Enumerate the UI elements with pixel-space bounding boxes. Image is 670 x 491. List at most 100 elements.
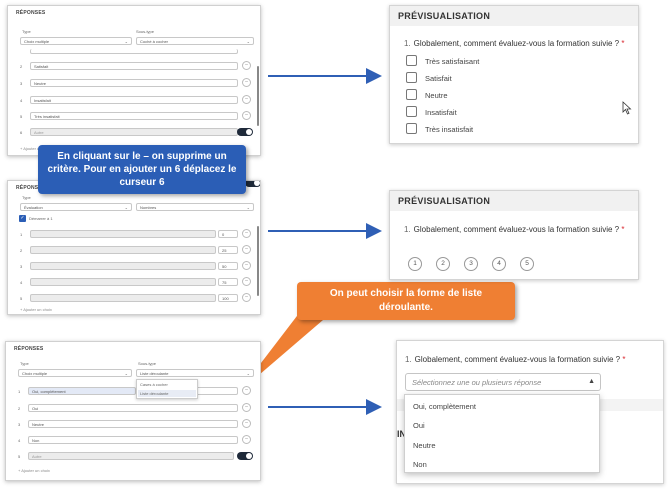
scrollbar[interactable] (257, 66, 259, 126)
subtype-menu: Cases à cocher Liste déroulante (136, 379, 198, 399)
remove-button[interactable]: – (242, 61, 251, 70)
scale-label-field[interactable] (30, 246, 216, 254)
choice-field[interactable]: Satisfait (30, 62, 238, 70)
choice-field[interactable]: Oui, complètement (28, 387, 136, 395)
chevron-down-icon: ⌄ (124, 205, 128, 210)
subtype-select[interactable]: Coché à cocher ⌄ (136, 37, 254, 45)
dropdown-option[interactable]: Neutre (413, 441, 436, 450)
caret-up-icon: ▲ (588, 378, 595, 385)
row-field-cut (30, 49, 238, 54)
option-checkbox[interactable] (406, 72, 417, 83)
remove-button[interactable]: – (242, 277, 251, 286)
type-select[interactable]: Choix multiple ⌄ (18, 369, 132, 377)
option-label: Insatisfait (425, 108, 457, 117)
scale-value-field[interactable]: 75 (218, 278, 238, 286)
preview-title: PRÉVISUALISATION (390, 6, 638, 26)
scale-value-field[interactable]: 100 (218, 294, 238, 302)
scale-option-4[interactable]: 4 (492, 257, 506, 271)
mouse-cursor-icon (622, 101, 632, 115)
row-num: 3 (18, 422, 21, 427)
choice-field-rest (196, 387, 238, 395)
subtype-label: Sous-type (136, 29, 155, 34)
chevron-down-icon: ⌄ (246, 205, 250, 210)
scale-label-field[interactable] (30, 294, 216, 302)
remove-button[interactable]: – (242, 419, 251, 428)
subtype-select[interactable]: Nombres ⌄ (136, 203, 254, 211)
scale-option-1[interactable]: 1 (408, 257, 422, 271)
type-label: Type (22, 195, 31, 200)
type-select[interactable]: Choix multiple ⌄ (20, 37, 132, 45)
other-field[interactable]: Autre (30, 128, 238, 136)
option-checkbox[interactable] (406, 106, 417, 117)
callout-delete-criterion: En cliquant sur le – on supprime un crit… (38, 145, 246, 194)
row-num: 2 (18, 406, 21, 411)
choice-field[interactable]: Oui (28, 404, 238, 412)
scale-label-field[interactable] (30, 230, 216, 238)
add-choice-link[interactable]: + Ajouter un choix (20, 307, 52, 312)
scale-label-field[interactable] (30, 278, 216, 286)
other-toggle[interactable] (237, 128, 253, 136)
remove-button[interactable]: – (242, 245, 251, 254)
choice-field[interactable]: Très insatisfait (30, 112, 238, 120)
remove-button[interactable]: – (242, 78, 251, 87)
scale-value-field[interactable]: 0 (218, 230, 238, 238)
remove-button[interactable]: – (242, 111, 251, 120)
menu-item-dropdown[interactable]: Liste déroulante (138, 390, 196, 397)
callout-dropdown-choice: On peut choisir la forme de liste déroul… (297, 282, 515, 320)
option-checkbox[interactable] (406, 123, 417, 134)
remove-button[interactable]: – (242, 261, 251, 270)
start-at-one-checkbox[interactable]: ✓ (19, 215, 26, 222)
choice-field[interactable]: Neutre (28, 420, 238, 428)
remove-button[interactable]: – (242, 229, 251, 238)
choice-field[interactable]: Insatisfait (30, 96, 238, 104)
scale-value-field[interactable]: 50 (218, 262, 238, 270)
answer-dropdown[interactable]: Sélectionnez une ou plusieurs réponse ▲ (405, 373, 601, 391)
remove-button[interactable]: – (242, 95, 251, 104)
dropdown-option[interactable]: Non (413, 460, 427, 469)
responses-panel-3: RÉPONSES Type Sous-type Choix multiple ⌄ … (5, 341, 261, 481)
required-marker: * (621, 225, 625, 234)
subtype-select[interactable]: Liste déroulante ⌄ (136, 369, 254, 377)
choice-field[interactable]: Non (28, 436, 238, 444)
dropdown-option[interactable]: Oui, complètement (413, 402, 476, 411)
scale-value-field[interactable]: 25 (218, 246, 238, 254)
dropdown-menu: Oui, complètement Oui Neutre Non (404, 394, 600, 473)
preview-panel-2: PRÉVISUALISATION 1. Globalement, comment … (389, 190, 639, 280)
row-num: 1 (20, 232, 23, 237)
required-marker: * (621, 39, 625, 48)
row-num: 6 (20, 130, 23, 135)
scale-option-3[interactable]: 3 (464, 257, 478, 271)
question-text: 1. Globalement, comment évaluez-vous la f… (404, 39, 625, 48)
option-label: Très insatisfait (425, 125, 474, 134)
menu-item-checkboxes[interactable]: Cases à cocher (140, 382, 168, 387)
dropdown-option[interactable]: Oui (413, 421, 425, 430)
remove-button[interactable]: – (242, 435, 251, 444)
chevron-down-icon: ⌄ (246, 371, 250, 376)
responses-panel-2: RÉPONSES Type Évaluation ⌄ Nombres ⌄ ✓ Dém… (7, 180, 261, 315)
question-text: 1. Globalement, comment évaluez-vous la f… (405, 355, 626, 364)
header-toggle[interactable] (245, 181, 260, 187)
option-checkbox[interactable] (406, 89, 417, 100)
row-num: 5 (20, 114, 23, 119)
remove-button[interactable]: – (242, 403, 251, 412)
scale-option-2[interactable]: 2 (436, 257, 450, 271)
preview-title: PRÉVISUALISATION (390, 191, 638, 211)
panel-title: RÉPONSES (14, 346, 44, 352)
row-num: 2 (20, 64, 23, 69)
row-num: 1 (18, 389, 21, 394)
row-num: 4 (20, 98, 23, 103)
row-num: 3 (20, 264, 23, 269)
scale-label-field[interactable] (30, 262, 216, 270)
remove-button[interactable]: – (242, 386, 251, 395)
row-num: 5 (20, 296, 23, 301)
add-choice-link[interactable]: + Ajouter un choix (18, 468, 50, 473)
choice-field[interactable]: Neutre (30, 79, 238, 87)
remove-button[interactable]: – (242, 293, 251, 302)
type-select[interactable]: Évaluation ⌄ (20, 203, 132, 211)
other-field[interactable]: Autre (28, 452, 234, 460)
other-toggle[interactable] (237, 452, 253, 460)
preview-panel-1: PRÉVISUALISATION 1. Globalement, comment … (389, 5, 639, 144)
scale-option-5[interactable]: 5 (520, 257, 534, 271)
option-checkbox[interactable] (406, 55, 417, 66)
scrollbar[interactable] (257, 226, 259, 296)
